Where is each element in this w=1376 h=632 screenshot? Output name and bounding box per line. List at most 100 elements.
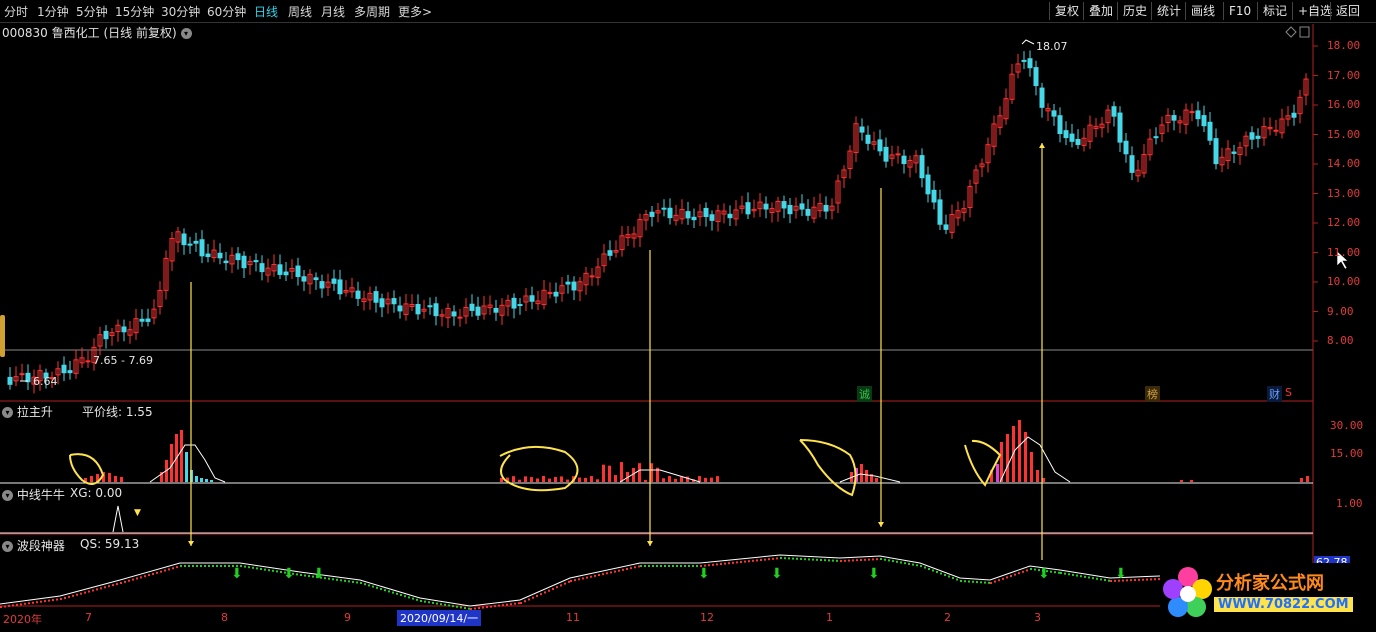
wave-dot bbox=[804, 558, 806, 561]
wave-dot bbox=[728, 562, 730, 565]
kline-candle bbox=[691, 216, 697, 221]
wave-dot bbox=[578, 578, 580, 581]
price-tick-label: 14.00 bbox=[1327, 157, 1361, 170]
panel1-axis-15: 15.00 bbox=[1330, 447, 1364, 460]
wave-dot bbox=[304, 574, 306, 577]
flower-logo-icon bbox=[1163, 567, 1212, 617]
kline-candle bbox=[469, 303, 475, 311]
wave-dot bbox=[816, 558, 818, 561]
kline-candle bbox=[67, 370, 73, 374]
s-badge[interactable]: S bbox=[1283, 386, 1294, 399]
wave-dot bbox=[208, 565, 210, 567]
wave-dot bbox=[172, 567, 174, 570]
wave-dot bbox=[510, 603, 512, 606]
chevron-down-icon[interactable]: ▾ bbox=[2, 490, 13, 501]
kline-candle bbox=[925, 174, 931, 195]
kline-candle bbox=[475, 306, 481, 316]
wave-dot bbox=[380, 588, 382, 590]
kline-candle bbox=[433, 303, 439, 317]
chevron-down-icon[interactable]: ▾ bbox=[2, 541, 13, 552]
wave-dot bbox=[1026, 569, 1028, 572]
kline-candle bbox=[85, 360, 91, 363]
indicator-bar bbox=[180, 430, 183, 482]
kline-chart[interactable]: ▼ ⬇ ⬇ ⬇ ⬇ ⬇ ⬇ ⬇ ⬇ bbox=[0, 0, 1376, 632]
kline-candle bbox=[145, 318, 151, 322]
wave-dot bbox=[764, 558, 766, 561]
wave-dot bbox=[148, 574, 150, 577]
kline-candle bbox=[799, 203, 805, 210]
wave-dot bbox=[184, 565, 186, 567]
wave-dot bbox=[574, 579, 576, 582]
kline-candle bbox=[865, 134, 871, 144]
indicator-bar bbox=[704, 477, 707, 482]
wave-dot bbox=[1034, 568, 1036, 571]
cai-badge[interactable]: 财 bbox=[1267, 386, 1282, 402]
wave-dot bbox=[32, 601, 34, 604]
indicator-bar bbox=[674, 478, 677, 482]
kline-candle bbox=[1027, 58, 1033, 69]
kline-candle bbox=[1195, 110, 1201, 120]
wave-dot bbox=[732, 561, 734, 564]
wave-dot bbox=[684, 565, 686, 567]
indicator-bar bbox=[210, 480, 213, 482]
kline-candle bbox=[511, 297, 517, 309]
kline-candle bbox=[217, 252, 223, 259]
wave-dot bbox=[264, 568, 266, 571]
wave-dot bbox=[994, 580, 996, 583]
wave-dot bbox=[768, 558, 770, 561]
wave-dot bbox=[482, 606, 484, 609]
kline-candle bbox=[187, 243, 193, 246]
wave-dot bbox=[940, 572, 942, 575]
wave-dot bbox=[1104, 579, 1106, 582]
wave-dot bbox=[396, 592, 398, 595]
kline-candle bbox=[301, 276, 307, 282]
indicator-bar bbox=[200, 478, 203, 482]
indicator-bar bbox=[596, 479, 599, 482]
kline-candle bbox=[1111, 106, 1117, 117]
wave-dot bbox=[884, 558, 886, 561]
wave-dot bbox=[224, 565, 226, 567]
wave-dot bbox=[990, 582, 992, 584]
wave-dot bbox=[344, 579, 346, 582]
wave-dot bbox=[216, 565, 218, 567]
wave-dot bbox=[24, 602, 26, 605]
selected-date[interactable]: 2020/09/14/一 bbox=[397, 610, 482, 626]
indicator-bar bbox=[512, 476, 515, 482]
wave-dot bbox=[518, 602, 520, 605]
wave-dot bbox=[904, 562, 906, 565]
kline-candle bbox=[1153, 136, 1159, 139]
indicator-bar bbox=[554, 477, 557, 482]
kline-candle bbox=[1039, 87, 1045, 108]
wave-dot bbox=[868, 558, 870, 561]
wave-dot bbox=[618, 569, 620, 572]
kline-candle bbox=[199, 239, 205, 257]
wave-dot bbox=[1064, 572, 1066, 575]
wave-dot bbox=[40, 600, 42, 603]
wave-dot bbox=[1150, 578, 1152, 581]
kline-candle bbox=[319, 281, 325, 289]
panel-boduan-title: ▾ 波段神器 bbox=[2, 537, 65, 554]
wave-dot bbox=[988, 581, 990, 584]
wave-dot bbox=[364, 583, 366, 586]
kline-candle bbox=[391, 298, 397, 305]
bang-badge[interactable]: 榜 bbox=[1145, 386, 1160, 402]
wave-dot bbox=[912, 563, 914, 566]
wave-dot bbox=[296, 573, 298, 576]
wave-dot bbox=[952, 577, 954, 579]
wave-dot bbox=[660, 565, 662, 567]
price-tick-label: 18.00 bbox=[1327, 39, 1361, 52]
price-tick-label: 11.00 bbox=[1327, 245, 1361, 259]
cheng-badge[interactable]: 诚 bbox=[857, 386, 872, 402]
chevron-down-icon[interactable]: ▾ bbox=[2, 407, 13, 418]
wave-dot bbox=[56, 598, 58, 601]
wave-dot bbox=[0, 606, 2, 608]
kline-candle bbox=[283, 271, 289, 276]
wave-dot bbox=[716, 563, 718, 566]
wave-dot bbox=[1076, 574, 1078, 577]
wave-dot bbox=[1142, 578, 1144, 581]
sell-arrow-icon: ⬇ bbox=[313, 566, 325, 582]
wave-dot bbox=[116, 583, 118, 586]
indicator-bar bbox=[1180, 480, 1183, 482]
wave-dot bbox=[436, 602, 438, 605]
indicator-bar bbox=[590, 476, 593, 482]
